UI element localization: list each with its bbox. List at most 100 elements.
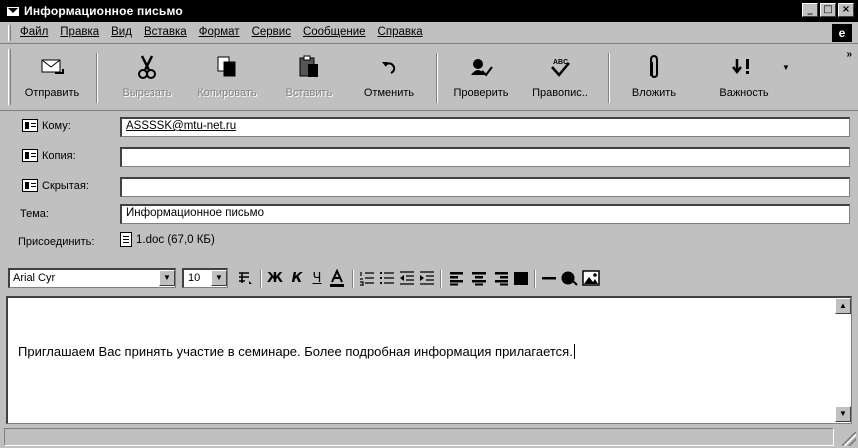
scissors-icon — [138, 55, 156, 79]
toolbar-grip[interactable] — [8, 49, 11, 105]
toolbar-separator — [440, 270, 442, 288]
decrease-indent-icon[interactable] — [398, 269, 416, 287]
check-names-icon — [471, 59, 493, 77]
undo-icon — [382, 62, 396, 74]
status-bar — [0, 426, 858, 448]
align-center-icon[interactable] — [470, 269, 488, 287]
bcc-label-row[interactable]: Скрытая: — [22, 179, 89, 192]
chevron-down-icon[interactable]: ▼ — [211, 270, 227, 286]
subject-field[interactable]: Информационное письмо — [120, 204, 850, 224]
insert-picture-icon[interactable] — [582, 269, 600, 287]
menu-help[interactable]: Справка — [378, 26, 423, 38]
attach-label-row: Присоединить: — [18, 236, 94, 248]
font-name-value: Arial Cyr — [13, 272, 56, 284]
bcc-field[interactable] — [120, 177, 850, 197]
format-toolbar: Arial Cyr ▼ 10 ▼ Ж К Ч — [0, 262, 858, 292]
toolbar-overflow-icon[interactable]: » — [846, 49, 852, 60]
insert-link-icon[interactable] — [560, 269, 578, 287]
paste-label: Вставить — [285, 87, 333, 99]
align-left-icon[interactable] — [448, 269, 466, 287]
menu-edit[interactable]: Правка — [60, 26, 99, 38]
message-window: Информационное письмо _ □ × Файл Правка … — [0, 0, 858, 448]
to-field[interactable]: ASSSSK@mtu-net.ru — [120, 117, 850, 137]
message-text: Приглашаем Вас принять участие в семинар… — [18, 344, 573, 359]
scroll-up-button[interactable]: ▲ — [835, 298, 851, 314]
font-name-select[interactable]: Arial Cyr ▼ — [8, 268, 176, 288]
cut-button[interactable]: Вырезать — [114, 51, 180, 107]
menu-view[interactable]: Вид — [111, 26, 132, 38]
attach-button[interactable]: Вложить — [620, 51, 688, 107]
menu-grip[interactable] — [8, 25, 11, 41]
italic-icon[interactable]: К — [288, 269, 306, 287]
toolbar-separator — [260, 270, 262, 288]
text-caret — [573, 344, 575, 359]
toolbar-separator — [608, 53, 610, 103]
align-right-icon[interactable] — [492, 269, 510, 287]
menu-bar: Файл Правка Вид Вставка Формат Сервис Со… — [0, 22, 858, 44]
toolbar-separator — [436, 53, 438, 103]
horizontal-line-icon[interactable] — [540, 269, 558, 287]
vertical-scrollbar[interactable]: ▲ ▼ — [835, 298, 851, 422]
maximize-button[interactable]: □ — [820, 3, 836, 17]
underline-icon[interactable]: Ч — [308, 269, 326, 287]
status-panel — [4, 428, 834, 446]
attachment-item[interactable]: 1.doc (67,0 КБ) — [120, 232, 215, 247]
scroll-down-button[interactable]: ▼ — [835, 406, 851, 422]
to-label-row[interactable]: Кому: — [22, 119, 71, 132]
message-body-text: Приглашаем Вас принять участие в семинар… — [18, 344, 575, 359]
send-button[interactable]: Отправить — [16, 51, 88, 107]
message-body[interactable]: Приглашаем Вас принять участие в семинар… — [6, 296, 852, 424]
subject-label: Тема: — [20, 208, 49, 220]
cc-field[interactable] — [120, 147, 850, 167]
toolbar-separator — [352, 270, 354, 288]
bulleted-list-icon[interactable] — [378, 269, 396, 287]
window-controls: _ □ × — [802, 3, 854, 17]
toolbar: Отправить Вырезать Копировать Вставить О… — [0, 45, 858, 111]
justify-icon[interactable] — [512, 269, 530, 287]
undo-button[interactable]: Отменить — [352, 51, 426, 107]
attachment-name[interactable]: 1.doc (67,0 КБ) — [136, 234, 215, 246]
priority-dropdown[interactable]: ▼ — [780, 51, 792, 107]
toolbar-separator — [96, 53, 98, 103]
font-size-select[interactable]: 10 ▼ — [182, 268, 228, 288]
increase-indent-icon[interactable] — [418, 269, 436, 287]
attach-field-label: Присоединить: — [18, 236, 95, 248]
close-button[interactable]: × — [838, 3, 854, 17]
cc-label-row[interactable]: Копия: — [22, 149, 76, 162]
copy-label: Копировать — [197, 87, 257, 99]
copy-icon — [217, 56, 236, 77]
font-color-icon[interactable] — [328, 269, 346, 287]
menu-tools[interactable]: Сервис — [252, 26, 291, 38]
copy-button[interactable]: Копировать — [190, 51, 264, 107]
priority-button[interactable]: Важность — [698, 51, 790, 107]
priority-label: Важность — [719, 87, 769, 99]
chevron-down-icon[interactable]: ▼ — [159, 270, 175, 286]
send-icon — [41, 59, 64, 74]
font-size-value: 10 — [188, 272, 201, 284]
paragraph-style-icon[interactable] — [236, 269, 254, 287]
spelling-button[interactable]: ABC Правопис.. — [522, 51, 598, 107]
to-recipient[interactable]: ASSSSK@mtu-net.ru — [126, 120, 236, 132]
document-icon — [120, 232, 132, 247]
check-names-button[interactable]: Проверить — [446, 51, 516, 107]
paste-icon — [299, 55, 318, 77]
menu-items: Файл Правка Вид Вставка Формат Сервис Со… — [20, 26, 423, 38]
paste-button[interactable]: Вставить — [276, 51, 342, 107]
numbered-list-icon[interactable] — [358, 269, 376, 287]
priority-icon — [732, 59, 749, 75]
menu-format[interactable]: Формат — [199, 26, 240, 38]
menu-insert[interactable]: Вставка — [144, 26, 187, 38]
attach-label: Вложить — [631, 87, 677, 99]
send-label: Отправить — [24, 87, 80, 99]
menu-message[interactable]: Сообщение — [303, 26, 366, 38]
address-book-icon — [22, 149, 38, 162]
menu-file[interactable]: Файл — [20, 26, 48, 38]
title-bar[interactable]: Информационное письмо _ □ × — [0, 0, 858, 22]
minimize-button[interactable]: _ — [802, 3, 818, 17]
resize-grip-icon[interactable] — [842, 432, 856, 446]
bold-icon[interactable]: Ж — [266, 269, 284, 287]
check-names-label: Проверить — [453, 87, 509, 99]
subject-label-row: Тема: — [20, 208, 49, 220]
cut-label: Вырезать — [122, 87, 172, 99]
cc-label: Копия: — [42, 149, 76, 162]
